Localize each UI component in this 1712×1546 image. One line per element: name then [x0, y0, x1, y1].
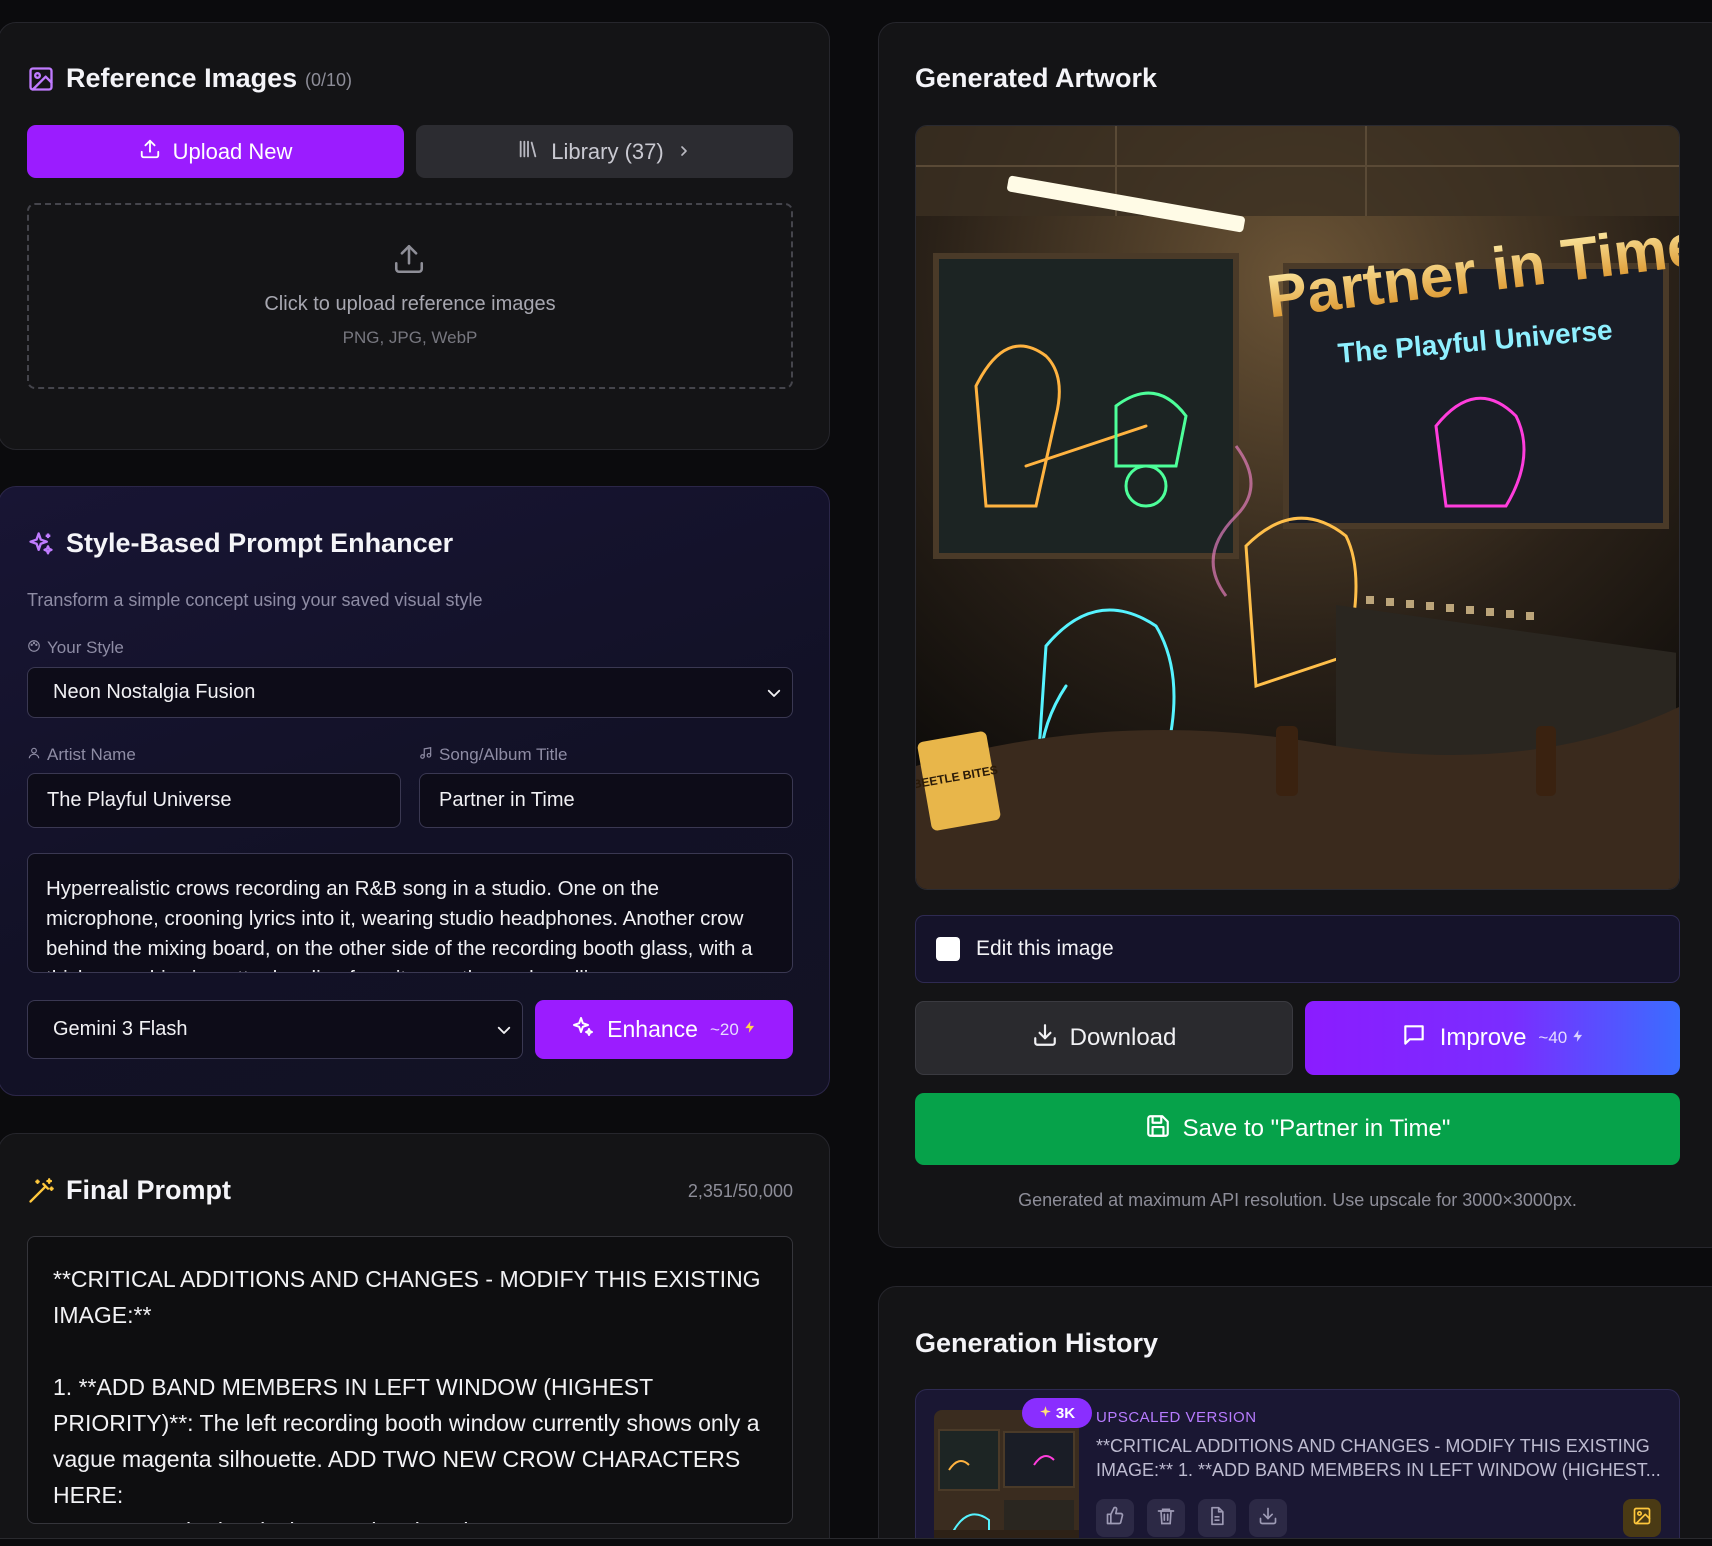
edit-image-toggle[interactable]: Edit this image	[915, 915, 1680, 983]
upscale-badge: 3K	[1022, 1398, 1092, 1428]
bottom-edge	[0, 1538, 1712, 1546]
improve-label: Improve	[1439, 1024, 1527, 1051]
thumbs-up-icon	[1105, 1506, 1125, 1531]
upload-new-button[interactable]: Upload New	[27, 125, 404, 178]
song-title-label: Song/Album Title	[419, 745, 568, 765]
generated-artwork-title: Generated Artwork	[915, 63, 1158, 93]
upload-icon	[392, 242, 426, 281]
palette-icon	[27, 638, 41, 658]
improve-cost: ~40	[1538, 1028, 1585, 1049]
delete-button[interactable]	[1147, 1499, 1185, 1537]
trash-icon	[1156, 1506, 1176, 1531]
upscaled-tag: UPSCALED VERSION	[1096, 1409, 1257, 1426]
history-item[interactable]: 3K UPSCALED VERSION **CRITICAL ADDITIONS…	[915, 1389, 1680, 1546]
dropzone-title: Click to upload reference images	[264, 293, 556, 315]
lightning-icon	[1571, 1028, 1585, 1049]
image-icon	[27, 65, 55, 98]
sparkle-icon	[1039, 1405, 1052, 1422]
download-history-button[interactable]	[1249, 1499, 1287, 1537]
upload-icon	[139, 138, 161, 166]
reference-count: (0/10)	[305, 70, 353, 90]
improve-button[interactable]: Improve ~40	[1305, 1001, 1680, 1075]
view-prompt-button[interactable]	[1198, 1499, 1236, 1537]
magic-wand-icon	[27, 1177, 55, 1210]
style-select-value: Neon Nostalgia Fusion	[53, 681, 256, 703]
generated-artwork-image: Partner in Time The Playful Universe BEE…	[915, 125, 1680, 890]
resolution-note: Generated at maximum API resolution. Use…	[1018, 1190, 1577, 1210]
history-thumbnail[interactable]	[934, 1410, 1079, 1546]
artist-name-input[interactable]: The Playful Universe	[27, 773, 401, 828]
style-select[interactable]: Neon Nostalgia Fusion	[27, 667, 793, 718]
dropzone-formats: PNG, JPG, WebP	[342, 328, 478, 347]
style-enhancer-title: Style-Based Prompt Enhancer	[66, 528, 454, 558]
sparkles-icon	[571, 1015, 595, 1045]
sparkles-icon	[27, 530, 55, 563]
document-icon	[1207, 1506, 1227, 1531]
download-button[interactable]: Download	[915, 1001, 1293, 1075]
save-icon	[1145, 1113, 1171, 1146]
chevron-down-icon	[764, 684, 784, 708]
history-prompt-line-2: IMAGE:** 1. **ADD BAND MEMBERS IN LEFT W…	[1096, 1460, 1661, 1480]
save-to-project-button[interactable]: Save to "Partner in Time"	[915, 1093, 1680, 1165]
library-label: Library (37)	[551, 138, 664, 164]
model-select-value: Gemini 3 Flash	[53, 1018, 188, 1040]
like-button[interactable]	[1096, 1499, 1134, 1537]
download-label: Download	[1069, 1024, 1177, 1051]
library-button[interactable]: Library (37)	[416, 125, 793, 178]
history-prompt-line-1: **CRITICAL ADDITIONS AND CHANGES - MODIF…	[1096, 1436, 1650, 1456]
final-prompt-textarea[interactable]: **CRITICAL ADDITIONS AND CHANGES - MODIF…	[27, 1236, 793, 1524]
style-enhancer-subtitle: Transform a simple concept using your sa…	[27, 590, 483, 610]
library-icon	[517, 138, 539, 166]
character-counter: 2,351/50,000	[687, 1181, 793, 1201]
enhance-label: Enhance	[607, 1016, 698, 1042]
generation-history-title: Generation History	[915, 1328, 1159, 1358]
use-as-reference-button[interactable]	[1623, 1499, 1661, 1537]
enhance-button[interactable]: Enhance ~20	[535, 1000, 793, 1059]
lightning-icon	[743, 1019, 757, 1040]
final-prompt-title: Final Prompt	[66, 1175, 232, 1205]
upload-new-label: Upload New	[172, 138, 293, 164]
edit-image-checkbox[interactable]	[936, 937, 960, 961]
concept-textarea[interactable]: Hyperrealistic crows recording an R&B so…	[27, 853, 793, 973]
artist-name-label: Artist Name	[27, 745, 136, 765]
song-title-input[interactable]: Partner in Time	[419, 773, 793, 828]
enhance-cost: ~20	[710, 1019, 757, 1040]
reference-images-title: Reference Images	[66, 63, 298, 93]
chevron-down-icon	[494, 1021, 514, 1045]
model-select[interactable]: Gemini 3 Flash	[27, 1000, 523, 1059]
chevron-right-icon	[676, 139, 692, 165]
chat-bubble-icon	[1400, 1022, 1428, 1055]
edit-image-label: Edit this image	[976, 937, 1114, 960]
save-label: Save to "Partner in Time"	[1182, 1115, 1451, 1142]
download-icon	[1258, 1506, 1278, 1531]
user-icon	[27, 745, 41, 765]
image-icon	[1632, 1506, 1652, 1531]
music-note-icon	[419, 745, 433, 765]
your-style-label: Your Style	[27, 638, 124, 658]
download-icon	[1032, 1022, 1058, 1055]
